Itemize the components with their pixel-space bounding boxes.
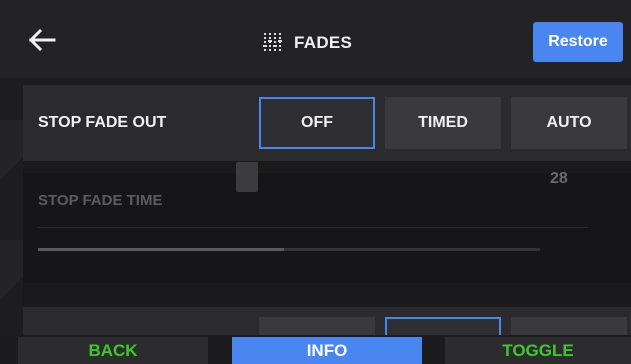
- header-bar: FADES Restore: [0, 0, 631, 78]
- bottom-bar: BACK INFO TOGGLE: [0, 335, 631, 364]
- stop-fade-time-row: STOP FADE TIME: [23, 173, 631, 283]
- back-arrow-icon[interactable]: [26, 27, 56, 53]
- option-auto[interactable]: AUTO: [511, 97, 627, 149]
- fade-time-slider-track[interactable]: [38, 248, 540, 251]
- page-title: FADES: [294, 33, 353, 52]
- fade-time-slider-fill: [38, 248, 284, 251]
- restore-button[interactable]: Restore: [533, 22, 623, 62]
- info-button[interactable]: INFO: [232, 337, 422, 364]
- sliders-icon: [263, 33, 282, 53]
- divider: [38, 227, 588, 228]
- toggle-button[interactable]: TOGGLE: [445, 337, 631, 364]
- option-timed[interactable]: TIMED: [385, 97, 501, 149]
- settings-panel: STOP FADE OUT OFF TIMED AUTO STOP FADE T…: [23, 85, 631, 347]
- stop-fade-out-row: STOP FADE OUT OFF TIMED AUTO: [23, 85, 631, 161]
- option-off[interactable]: OFF: [259, 97, 375, 149]
- back-button[interactable]: BACK: [18, 337, 208, 364]
- page-title-group: FADES: [262, 29, 352, 57]
- stop-fade-time-label: STOP FADE TIME: [38, 192, 163, 209]
- fade-time-slider-thumb[interactable]: [236, 162, 258, 192]
- fade-time-value: 28: [550, 170, 568, 187]
- stop-fade-out-label: STOP FADE OUT: [38, 114, 167, 131]
